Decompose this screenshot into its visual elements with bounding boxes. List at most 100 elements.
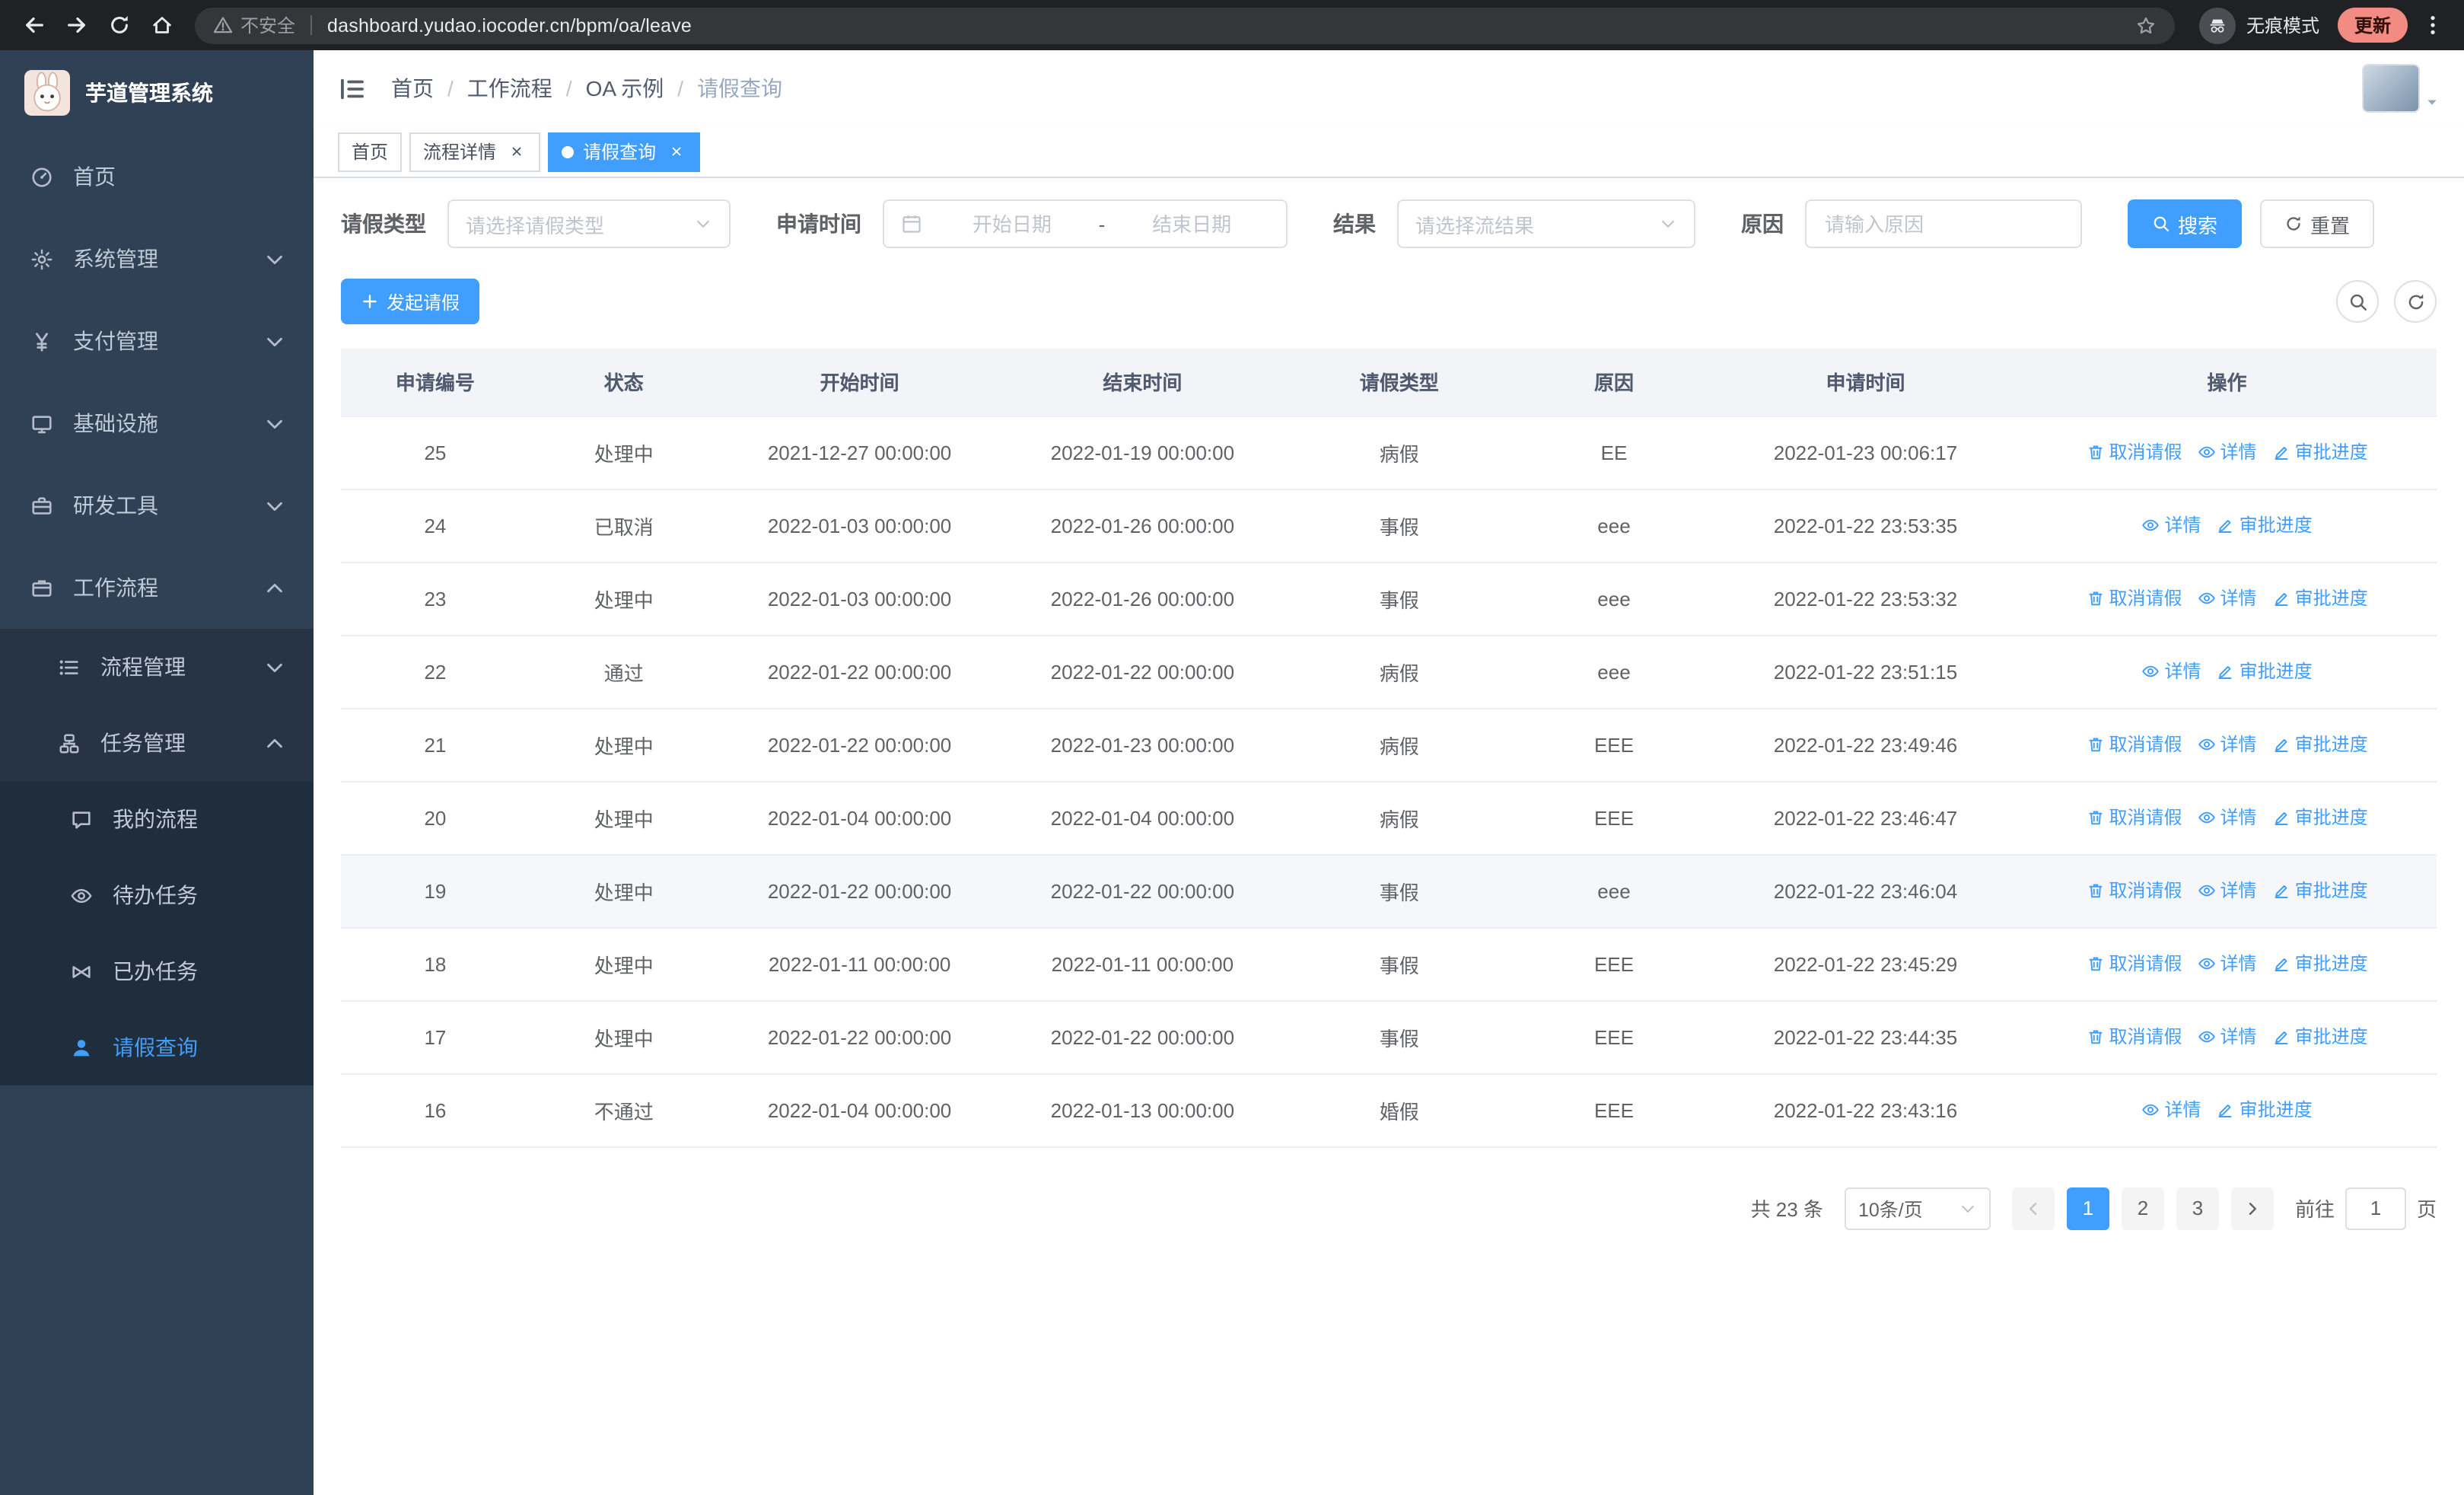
bookmark-star-icon[interactable] <box>2135 14 2157 36</box>
address-bar[interactable]: 不安全 dashboard.yudao.iocoder.cn/bpm/oa/le… <box>195 7 2175 43</box>
action-详情[interactable]: 详情 <box>2198 951 2257 977</box>
apply-time-range-picker[interactable]: - <box>883 199 1288 248</box>
chevron-left-icon <box>2024 1199 2042 1217</box>
breadcrumb-item[interactable]: 首页 <box>391 73 434 104</box>
action-审批进度[interactable]: 审批进度 <box>2217 658 2313 684</box>
page-size-select[interactable]: 10条/页 <box>1844 1187 1991 1229</box>
user-menu[interactable] <box>2362 64 2440 113</box>
action-详情[interactable]: 详情 <box>2142 1097 2201 1123</box>
table-row[interactable]: 21 处理中 2022-01-22 00:00:00 2022-01-23 00:00… <box>341 708 2437 782</box>
action-审批进度[interactable]: 审批进度 <box>2272 585 2368 611</box>
search-button[interactable]: 搜索 <box>2128 199 2243 248</box>
page-button-3[interactable]: 3 <box>2176 1187 2219 1229</box>
sidebar-logo[interactable]: 芋道管理系统 <box>0 50 314 135</box>
forward-icon[interactable] <box>55 4 97 46</box>
page-button-2[interactable]: 2 <box>2121 1187 2164 1229</box>
home-icon[interactable] <box>140 4 183 46</box>
breadcrumb-item[interactable]: 工作流程 <box>467 73 552 104</box>
close-icon[interactable] <box>505 141 527 162</box>
close-icon[interactable] <box>665 141 686 162</box>
prev-page-button[interactable] <box>2011 1187 2055 1229</box>
table-row[interactable]: 24 已取消 2022-01-03 00:00:00 2022-01-26 00:00… <box>341 489 2437 563</box>
table-row[interactable]: 18 处理中 2022-01-11 00:00:00 2022-01-11 00:00… <box>341 927 2437 1001</box>
action-取消请假[interactable]: 取消请假 <box>2087 805 2182 830</box>
reset-button-label: 重置 <box>2310 214 2351 237</box>
tab-首页[interactable]: 首页 <box>338 132 403 171</box>
hamburger-icon[interactable] <box>338 74 367 103</box>
action-详情[interactable]: 详情 <box>2198 585 2257 611</box>
action-详情[interactable]: 详情 <box>2142 512 2201 538</box>
action-审批进度[interactable]: 审批进度 <box>2272 439 2368 465</box>
sidebar-item-系统管理[interactable]: 系统管理 <box>0 218 314 300</box>
sidebar-item-基础设施[interactable]: 基础设施 <box>0 382 314 464</box>
cell-actions: 详情 审批进度 <box>2017 1073 2437 1147</box>
sidebar-item-我的流程[interactable]: 我的流程 <box>0 781 314 857</box>
action-取消请假[interactable]: 取消请假 <box>2087 439 2182 465</box>
page-button-1[interactable]: 1 <box>2066 1187 2109 1229</box>
action-详情[interactable]: 详情 <box>2142 658 2201 684</box>
sidebar-item-已办任务[interactable]: 已办任务 <box>0 933 314 1009</box>
breadcrumb-item[interactable]: OA 示例 <box>586 73 664 104</box>
update-button[interactable]: 更新 <box>2337 8 2408 43</box>
sidebar-item-研发工具[interactable]: 研发工具 <box>0 464 314 547</box>
security-indicator[interactable]: 不安全 <box>213 12 295 38</box>
table-row[interactable]: 16 不通过 2022-01-04 00:00:00 2022-01-13 00:00… <box>341 1073 2437 1147</box>
edit-icon <box>2217 1101 2235 1119</box>
reset-button[interactable]: 重置 <box>2260 199 2375 248</box>
table-row[interactable]: 23 处理中 2022-01-03 00:00:00 2022-01-26 00:00… <box>341 562 2437 636</box>
end-date-input[interactable] <box>1114 211 1269 237</box>
sidebar-item-工作流程[interactable]: 工作流程 <box>0 547 314 629</box>
result-select[interactable]: 请选择流结果 <box>1397 199 1695 248</box>
toggle-search-button[interactable] <box>2336 280 2379 323</box>
sidebar-item-支付管理[interactable]: 支付管理 <box>0 300 314 382</box>
table-row[interactable]: 17 处理中 2022-01-22 00:00:00 2022-01-22 00:00… <box>341 1000 2437 1074</box>
sidebar-item-任务管理[interactable]: 任务管理 <box>0 705 314 781</box>
tab-请假查询[interactable]: 请假查询 <box>548 132 701 171</box>
action-取消请假[interactable]: 取消请假 <box>2087 878 2182 904</box>
sidebar-item-首页[interactable]: 首页 <box>0 135 314 218</box>
sidebar-item-请假查询[interactable]: 请假查询 <box>0 1009 314 1085</box>
action-审批进度[interactable]: 审批进度 <box>2217 1097 2313 1123</box>
cell-id: 16 <box>341 1073 530 1147</box>
action-详情[interactable]: 详情 <box>2198 439 2257 465</box>
table-row[interactable]: 25 处理中 2021-12-27 00:00:00 2022-01-19 00:00… <box>341 416 2437 489</box>
cell-end: 2022-01-26 00:00:00 <box>1001 489 1285 563</box>
create-leave-button[interactable]: 发起请假 <box>341 279 480 324</box>
browser-menu-icon[interactable] <box>2414 14 2452 37</box>
action-审批进度[interactable]: 审批进度 <box>2272 878 2368 904</box>
tab-流程详情[interactable]: 流程详情 <box>409 132 541 171</box>
action-审批进度[interactable]: 审批进度 <box>2272 1024 2368 1050</box>
table-row[interactable]: 20 处理中 2022-01-04 00:00:00 2022-01-04 00:00… <box>341 781 2437 855</box>
start-date-input[interactable] <box>934 211 1090 237</box>
table-row[interactable]: 19 处理中 2022-01-22 00:00:00 2022-01-22 00:00… <box>341 854 2437 928</box>
action-取消请假[interactable]: 取消请假 <box>2087 951 2182 977</box>
action-详情[interactable]: 详情 <box>2198 1024 2257 1050</box>
action-取消请假[interactable]: 取消请假 <box>2087 1024 2182 1050</box>
leave-type-select[interactable]: 请选择请假类型 <box>447 199 731 248</box>
cell-start: 2022-01-04 00:00:00 <box>718 1073 1001 1147</box>
back-icon[interactable] <box>12 4 55 46</box>
action-审批进度[interactable]: 审批进度 <box>2272 951 2368 977</box>
refresh-table-button[interactable] <box>2394 280 2437 323</box>
action-审批进度[interactable]: 审批进度 <box>2217 512 2313 538</box>
sidebar-item-流程管理[interactable]: 流程管理 <box>0 629 314 705</box>
action-取消请假[interactable]: 取消请假 <box>2087 732 2182 757</box>
table-row[interactable]: 22 通过 2022-01-22 00:00:00 2022-01-22 00:00:… <box>341 635 2437 709</box>
eye-icon <box>2198 589 2216 607</box>
cell-type: 病假 <box>1284 708 1515 782</box>
action-详情[interactable]: 详情 <box>2198 878 2257 904</box>
goto-page-input[interactable] <box>2345 1187 2406 1229</box>
reload-icon[interactable] <box>97 4 140 46</box>
incognito-badge <box>2198 7 2236 43</box>
next-page-button[interactable] <box>2230 1187 2274 1229</box>
action-详情[interactable]: 详情 <box>2198 732 2257 757</box>
action-审批进度[interactable]: 审批进度 <box>2272 732 2368 757</box>
action-审批进度[interactable]: 审批进度 <box>2272 805 2368 830</box>
action-详情[interactable]: 详情 <box>2198 805 2257 830</box>
incognito-indicator[interactable]: 无痕模式 <box>2198 7 2319 43</box>
sidebar-item-label: 我的流程 <box>113 807 198 831</box>
trash-icon <box>2087 443 2105 461</box>
action-取消请假[interactable]: 取消请假 <box>2087 585 2182 611</box>
reason-input[interactable] <box>1807 212 2080 235</box>
sidebar-item-待办任务[interactable]: 待办任务 <box>0 857 314 933</box>
